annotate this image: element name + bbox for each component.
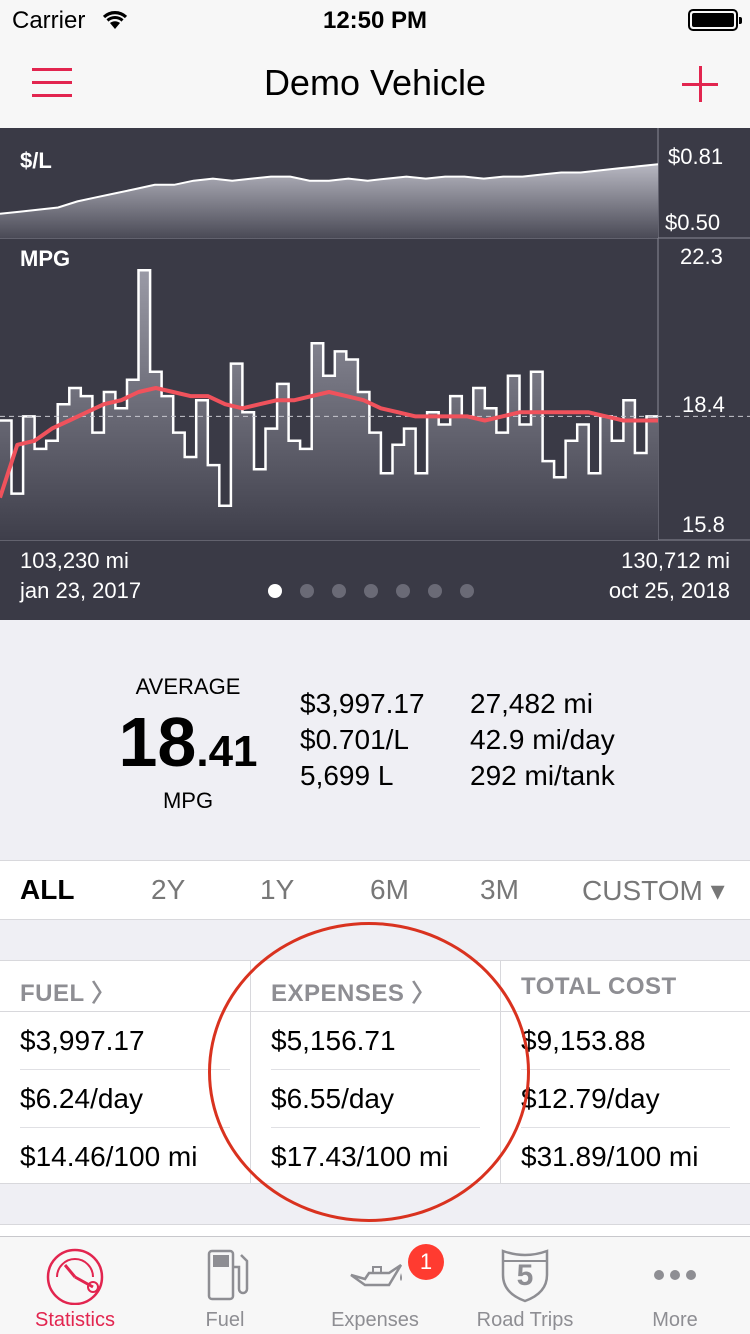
page-dot[interactable]	[460, 584, 474, 598]
expenses-total: $5,156.71	[271, 1025, 396, 1056]
price-per-liter: $0.701/L	[300, 724, 409, 755]
battery-icon	[688, 9, 742, 31]
total-distance: 27,482 mi	[470, 688, 593, 719]
end-date: oct 25, 2018	[608, 578, 730, 603]
status-bar: Carrier 12:50 PM	[0, 0, 750, 40]
range-3m[interactable]: 3M	[480, 874, 519, 906]
oil-can-icon	[350, 1263, 403, 1287]
speedometer-icon	[46, 1248, 104, 1305]
total-cost-per-day: $12.79/day	[521, 1083, 660, 1114]
total-cost-per-100mi: $31.89/100 mi	[521, 1141, 699, 1172]
average-mpg-dec: .41	[196, 727, 258, 776]
start-date: jan 23, 2017	[20, 578, 142, 603]
expenses-column[interactable]: EXPENSES 〉 $5,156.71 $6.55/day $17.43/10…	[251, 961, 500, 1183]
price-max-label: $0.81	[668, 144, 724, 169]
fuel-chart[interactable]: $/L $0.81 $0.50 MPG 22.3 18.4 15.8 103,2…	[0, 128, 750, 620]
page-title: Demo Vehicle	[263, 62, 487, 103]
more-dots-icon	[654, 1270, 696, 1280]
mpg-avg-label: 18.4	[682, 392, 725, 417]
cost-table: FUEL 〉 $3,997.17 $6.24/day $14.46/100 mi…	[0, 960, 750, 1184]
tab-more-label: More	[652, 1309, 698, 1331]
expenses-header[interactable]: EXPENSES 〉	[271, 973, 436, 1008]
average-label: AVERAGE	[135, 674, 241, 699]
tab-road-trips-label: Road Trips	[476, 1309, 574, 1331]
tab-statistics-label: Statistics	[34, 1309, 116, 1331]
tab-statistics[interactable]: Statistics	[0, 1237, 150, 1334]
total-cost-header: TOTAL COST	[521, 973, 677, 1000]
tab-bar: Statistics Fuel Expenses 5 Road Trips Mo…	[0, 1236, 750, 1334]
tab-fuel[interactable]: Fuel	[150, 1237, 300, 1334]
plus-icon[interactable]	[680, 64, 720, 104]
navigation-bar: Demo Vehicle	[0, 40, 750, 128]
tab-fuel-label: Fuel	[205, 1309, 245, 1331]
fuel-header[interactable]: FUEL 〉	[20, 973, 116, 1008]
tab-more[interactable]: More	[600, 1237, 750, 1334]
total-fuel-cost: $3,997.17	[300, 688, 425, 719]
fuel-per-100mi: $14.46/100 mi	[20, 1141, 198, 1172]
price-min-label: $0.50	[665, 210, 721, 235]
range-all[interactable]: ALL	[20, 874, 74, 906]
tab-expenses-label: Expenses	[331, 1309, 419, 1331]
end-odometer: 130,712 mi	[621, 548, 730, 573]
fuel-pump-icon	[207, 1249, 249, 1301]
start-odometer: 103,230 mi	[20, 548, 129, 573]
fuel-column[interactable]: FUEL 〉 $3,997.17 $6.24/day $14.46/100 mi	[0, 961, 250, 1183]
fuel-per-day: $6.24/day	[20, 1083, 143, 1114]
page-dot[interactable]	[300, 584, 314, 598]
range-2y[interactable]: 2Y	[151, 874, 185, 906]
page-dot[interactable]	[332, 584, 346, 598]
mpg-min-label: 15.8	[682, 512, 725, 537]
distance-per-day: 42.9 mi/day	[470, 724, 615, 755]
total-cost-total: $9,153.88	[521, 1025, 646, 1056]
fuel-total: $3,997.17	[20, 1025, 145, 1056]
mpg-max-label: 22.3	[680, 244, 723, 269]
average-mpg-int: 18	[118, 703, 197, 781]
page-dot[interactable]	[428, 584, 442, 598]
shield-number: 5	[516, 1259, 534, 1292]
range-custom[interactable]: CUSTOM ▾	[582, 874, 725, 907]
page-dot[interactable]	[396, 584, 410, 598]
distance-per-tank: 292 mi/tank	[470, 760, 615, 791]
page-dot[interactable]	[364, 584, 378, 598]
summary-panel: AVERAGE 18.41 MPG $3,997.17 $0.701/L 5,6…	[0, 620, 750, 860]
chart-canvas	[0, 128, 750, 541]
average-unit: MPG	[162, 788, 214, 813]
mpg-axis-label: MPG	[20, 246, 71, 271]
range-1y[interactable]: 1Y	[260, 874, 294, 906]
clock: 12:50 PM	[322, 7, 428, 34]
total-cost-column: TOTAL COST $9,153.88 $12.79/day $31.89/1…	[501, 961, 750, 1183]
tab-road-trips[interactable]: 5 Road Trips	[450, 1237, 600, 1334]
range-6m[interactable]: 6M	[370, 874, 409, 906]
page-dot[interactable]	[268, 584, 282, 598]
total-liters: 5,699 L	[300, 760, 394, 791]
range-selector: ALL 2Y 1Y 6M 3M CUSTOM ▾	[0, 860, 750, 920]
expenses-badge: 1	[408, 1244, 444, 1280]
average-mpg: 18.41	[108, 702, 268, 782]
next-section	[0, 1224, 750, 1236]
price-axis-label: $/L	[20, 148, 52, 173]
page-indicator[interactable]	[268, 584, 474, 598]
expenses-per-day: $6.55/day	[271, 1083, 394, 1114]
expenses-per-100mi: $17.43/100 mi	[271, 1141, 449, 1172]
price-area	[0, 164, 658, 238]
